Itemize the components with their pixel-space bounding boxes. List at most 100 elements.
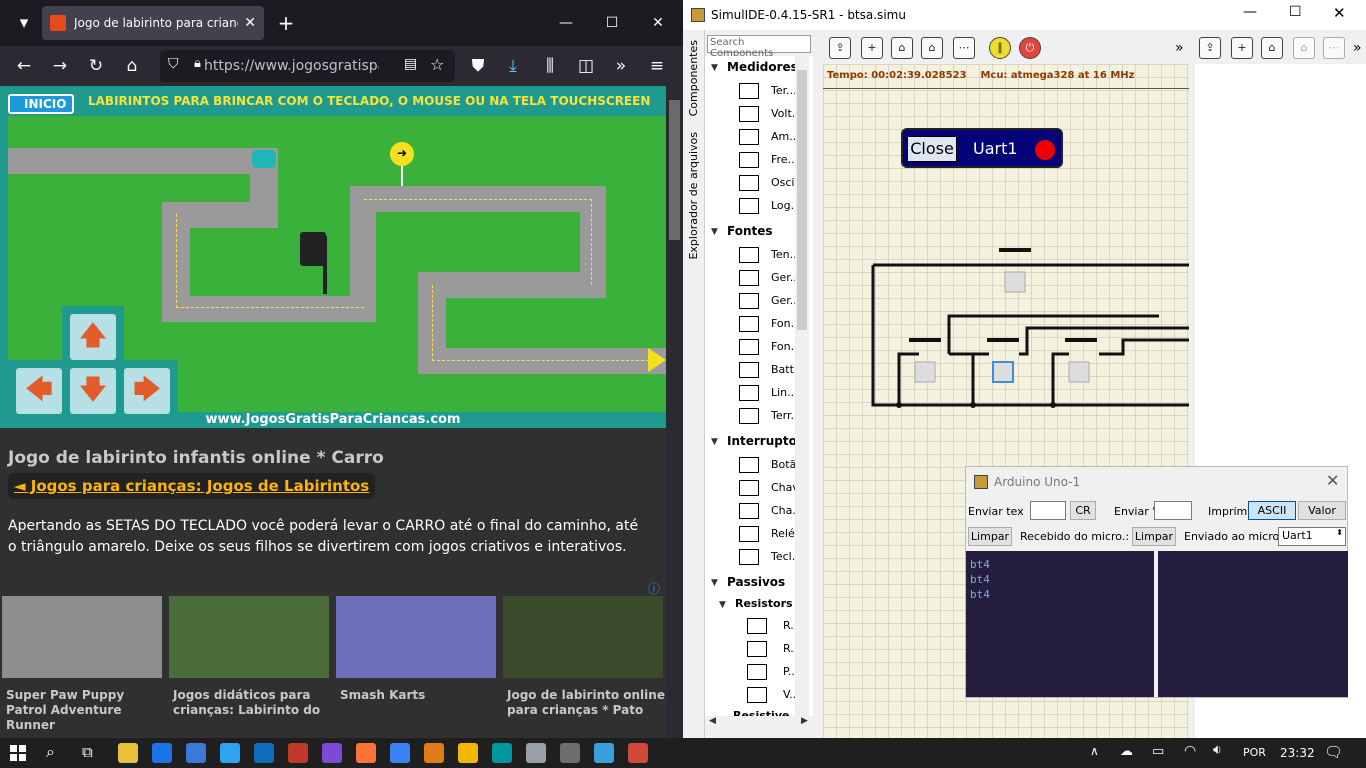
menu-icon[interactable]: ≡ bbox=[641, 50, 673, 82]
browser-tab[interactable]: Jogo de labirinto para crianças ✕ bbox=[42, 6, 264, 40]
maximize-icon[interactable]: ☐ bbox=[589, 8, 635, 38]
game-thumbnail[interactable] bbox=[169, 596, 329, 678]
category-3[interactable]: Passivos bbox=[727, 575, 785, 589]
task-view-icon[interactable]: ⧉ bbox=[82, 743, 93, 761]
reader-icon[interactable]: ▤ bbox=[404, 56, 417, 72]
push-button[interactable] bbox=[1068, 361, 1090, 383]
tab-file-explorer[interactable]: Explorador de arquivos bbox=[687, 132, 700, 260]
library-icon[interactable]: ⫼ bbox=[534, 50, 566, 82]
pocket-icon[interactable]: ⛊ bbox=[462, 50, 494, 82]
component-search-input[interactable]: Search Components bbox=[707, 35, 811, 59]
close-tab-icon[interactable]: ✕ bbox=[244, 15, 256, 31]
sent-output[interactable] bbox=[1158, 551, 1348, 697]
taskbar-app-icon[interactable] bbox=[560, 743, 580, 763]
taskbar-app-icon[interactable] bbox=[254, 743, 274, 763]
open-icon[interactable]: ⇪ bbox=[829, 37, 851, 59]
taskbar-app-icon[interactable] bbox=[458, 743, 478, 763]
tab-componentes[interactable]: Componentes bbox=[687, 40, 700, 116]
start-icon[interactable] bbox=[10, 745, 26, 761]
category-0[interactable]: Medidores bbox=[727, 60, 798, 74]
wifi-icon[interactable]: ◠ bbox=[1184, 743, 1196, 759]
push-button[interactable] bbox=[992, 361, 1014, 383]
component-item[interactable]: P.. bbox=[783, 665, 795, 678]
category-1[interactable]: Fontes bbox=[727, 224, 773, 238]
expand-caret-icon[interactable]: ▼ bbox=[711, 578, 718, 588]
taskbar-app-icon[interactable] bbox=[526, 743, 546, 763]
up-arrow-key[interactable]: 🡅 bbox=[70, 314, 116, 360]
ascii-button[interactable]: ASCII bbox=[1248, 501, 1296, 520]
component-item[interactable]: Relé bbox=[771, 527, 795, 540]
pause-icon[interactable]: ∥ bbox=[989, 37, 1011, 59]
download-icon[interactable]: ⤓ bbox=[497, 50, 529, 82]
expand-caret-icon[interactable]: ▼ bbox=[711, 63, 718, 73]
component-item[interactable]: Ger.. bbox=[771, 271, 797, 284]
component-item[interactable]: Volt. bbox=[771, 107, 795, 120]
game-thumbnail[interactable] bbox=[336, 596, 496, 678]
overflow-icon[interactable]: » bbox=[605, 50, 637, 82]
close-window-icon[interactable]: ✕ bbox=[635, 8, 681, 38]
back-icon[interactable]: ← bbox=[8, 50, 40, 82]
taskbar-app-icon[interactable] bbox=[594, 743, 614, 763]
inicio-button[interactable]: INICIO bbox=[8, 94, 75, 114]
taskbar-app-icon[interactable] bbox=[118, 743, 138, 763]
taskbar-app-icon[interactable] bbox=[356, 743, 376, 763]
minimize-icon[interactable]: — bbox=[543, 8, 589, 38]
uart-select[interactable]: Uart1 ⬍ bbox=[1278, 527, 1346, 546]
clear-received-button[interactable]: Limpar bbox=[968, 527, 1012, 546]
scroll-thumb[interactable] bbox=[797, 70, 807, 330]
url-bar[interactable]: ⛉ 🔒︎ https://www.jogosgratispara ▤ ☆ bbox=[160, 50, 455, 82]
scroll-right-icon[interactable]: ▶ bbox=[801, 716, 808, 726]
game-thumbnail[interactable] bbox=[2, 596, 162, 678]
editor-new-icon[interactable]: + bbox=[1231, 37, 1253, 59]
url-text[interactable]: https://www.jogosgratispara bbox=[204, 58, 379, 74]
push-button[interactable] bbox=[914, 361, 936, 383]
close-window-icon[interactable]: ✕ bbox=[1333, 4, 1346, 22]
tray-overflow-icon[interactable]: ∧ bbox=[1090, 744, 1099, 758]
uart-close-button[interactable]: Close bbox=[907, 136, 957, 162]
taskbar-app-icon[interactable] bbox=[288, 743, 308, 763]
expand-caret-icon[interactable]: ▼ bbox=[719, 600, 726, 610]
reload-icon[interactable]: ↻ bbox=[80, 50, 112, 82]
send-text-field[interactable] bbox=[1030, 501, 1066, 520]
sidebar-icon[interactable]: ◫ bbox=[570, 50, 602, 82]
game-thumbnail-caption[interactable]: Jogo de labirinto online para crianças *… bbox=[507, 688, 666, 718]
language-indicator[interactable]: POR bbox=[1243, 738, 1266, 768]
battery-icon[interactable]: ▭ bbox=[1152, 744, 1164, 759]
component-item[interactable]: Terr.. bbox=[771, 409, 797, 422]
clock[interactable]: 23:32 bbox=[1280, 738, 1315, 768]
subcategory[interactable]: Resistive bbox=[733, 709, 789, 716]
new-tab-icon[interactable]: + bbox=[270, 7, 302, 39]
power-icon[interactable]: ⏻ bbox=[1019, 37, 1041, 59]
value-button[interactable]: Valor bbox=[1298, 501, 1346, 520]
push-button[interactable] bbox=[1004, 271, 1026, 293]
component-item[interactable]: Ger.. bbox=[771, 294, 797, 307]
editor-save-as-icon[interactable]: ⋯ bbox=[1323, 37, 1345, 59]
left-arrow-key[interactable]: 🡄 bbox=[16, 368, 62, 414]
search-icon[interactable]: ⌕ bbox=[46, 742, 55, 762]
notification-icon[interactable]: 🗨︎ bbox=[1324, 743, 1343, 761]
game-thumbnail-caption[interactable]: Super Paw Puppy Patrol Adventure Runner bbox=[6, 688, 166, 733]
component-item[interactable]: Tecl. bbox=[771, 550, 795, 563]
category-2[interactable]: Interrupto. bbox=[727, 434, 801, 448]
page-scrollbar[interactable] bbox=[666, 86, 683, 738]
volume-icon[interactable]: 🔉︎ bbox=[1213, 742, 1222, 758]
component-item[interactable]: Fon.. bbox=[771, 317, 798, 330]
taskbar-app-icon[interactable] bbox=[390, 743, 410, 763]
game-thumbnail-caption[interactable]: Smash Karts bbox=[340, 688, 500, 703]
scroll-thumb[interactable] bbox=[669, 100, 680, 240]
shield-icon[interactable]: ⛉ bbox=[168, 56, 179, 72]
new-file-icon[interactable]: + bbox=[861, 37, 883, 59]
editor-open-icon[interactable]: ⇪ bbox=[1199, 37, 1221, 59]
ad-info-icon[interactable]: ⓘ bbox=[648, 580, 660, 597]
component-item[interactable]: Botã bbox=[771, 458, 796, 471]
component-item[interactable]: Osci. bbox=[771, 176, 798, 189]
taskbar-app-icon[interactable] bbox=[628, 743, 648, 763]
network-cloud-icon[interactable]: ☁ bbox=[1120, 744, 1133, 759]
save-as-icon[interactable]: ⋯ bbox=[953, 37, 975, 59]
editor-overflow-icon[interactable]: » bbox=[1353, 40, 1362, 56]
spin-icon[interactable]: ⬍ bbox=[1336, 528, 1343, 537]
bookmark-star-icon[interactable]: ☆ bbox=[430, 55, 444, 74]
received-output[interactable]: bt4 bt4 bt4 bbox=[966, 551, 1154, 697]
tab-list-icon[interactable]: ▾ bbox=[8, 7, 40, 39]
lock-icon[interactable]: 🔒︎ bbox=[194, 56, 201, 71]
